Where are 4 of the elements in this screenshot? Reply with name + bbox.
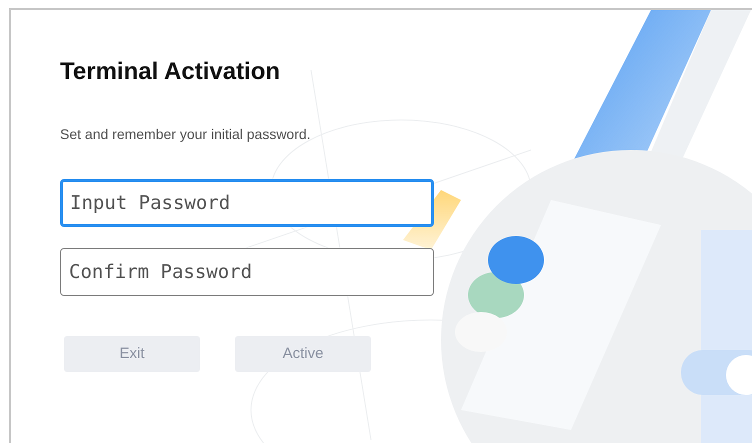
instruction-text: Set and remember your initial password. [60,125,312,144]
page-title: Terminal Activation [60,57,282,87]
password-field[interactable]: Confirm Password [60,248,434,296]
password-field[interactable]: Input Password [60,179,434,227]
